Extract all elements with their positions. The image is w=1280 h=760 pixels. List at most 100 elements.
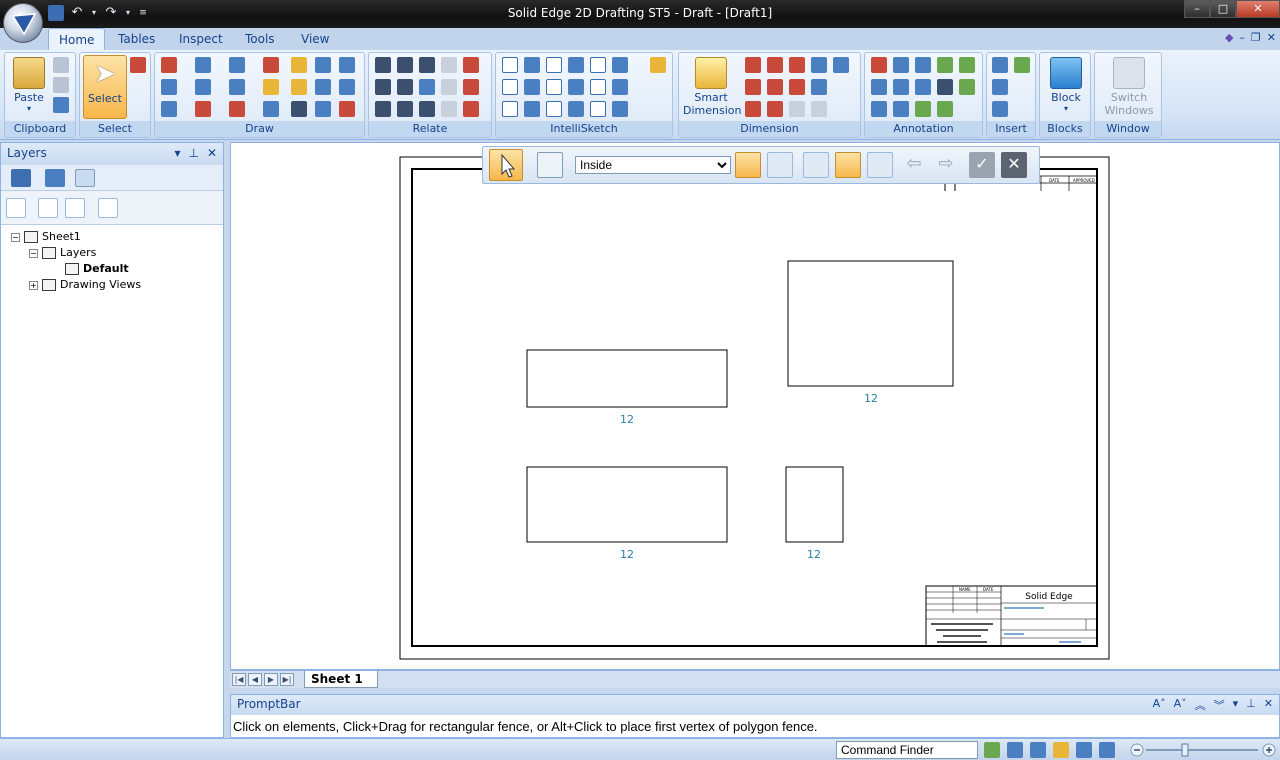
- zoom-area-icon[interactable]: [1007, 742, 1023, 758]
- leader-icon[interactable]: [871, 57, 887, 73]
- next-arrow-icon[interactable]: ⇨: [933, 152, 959, 178]
- is-intersection-check[interactable]: [546, 79, 562, 95]
- maintain-relationships-icon[interactable]: [441, 101, 457, 117]
- dimension-group-icon[interactable]: [811, 79, 827, 95]
- surface-texture-icon[interactable]: [871, 101, 887, 117]
- tab-view[interactable]: View: [291, 28, 339, 50]
- construction-icon[interactable]: [339, 57, 355, 73]
- horizontal-vertical-icon[interactable]: [375, 79, 391, 95]
- weld-symbol-icon[interactable]: [915, 101, 931, 117]
- fence-mode-select[interactable]: Inside: [575, 156, 731, 174]
- accept-checkmark-icon[interactable]: ✓: [969, 152, 995, 178]
- is-perpendicular-icon[interactable]: [612, 79, 628, 95]
- connect-icon[interactable]: [375, 57, 391, 73]
- minimize-button[interactable]: –: [1184, 0, 1210, 18]
- corner-icon[interactable]: [339, 79, 355, 95]
- select-all-layers-icon[interactable]: [767, 152, 793, 178]
- edge-condition-icon[interactable]: [893, 101, 909, 117]
- cut-icon[interactable]: [53, 57, 69, 73]
- angle-between-icon[interactable]: [767, 57, 783, 73]
- is-tangent-check[interactable]: [502, 101, 518, 117]
- copy-attributes-icon[interactable]: [767, 101, 783, 117]
- view-tools-icon[interactable]: [1099, 742, 1115, 758]
- expand-icon[interactable]: +: [29, 280, 38, 290]
- tree-node-default-layer[interactable]: Default: [65, 261, 129, 277]
- xy-icon[interactable]: [315, 101, 331, 117]
- relationship-handles-icon[interactable]: [463, 79, 479, 95]
- tab-tables[interactable]: Tables: [108, 28, 165, 50]
- increase-font-icon[interactable]: A˄: [1153, 697, 1166, 713]
- select-checkmark-tool-icon[interactable]: [803, 152, 829, 178]
- arc-icon[interactable]: [195, 57, 211, 73]
- offset-icon[interactable]: [195, 101, 211, 117]
- move-icon[interactable]: [263, 79, 279, 95]
- select-in-active-layer-icon[interactable]: [735, 152, 761, 178]
- point-icon[interactable]: [291, 101, 307, 117]
- switch-windows-button[interactable]: Switch Windows: [1099, 55, 1159, 117]
- select-tools-icon[interactable]: [130, 57, 146, 73]
- feature-control-frame-icon[interactable]: [915, 57, 931, 73]
- help-icon[interactable]: ◆: [1225, 31, 1233, 44]
- select-filter-icon[interactable]: [537, 152, 563, 178]
- datum-target-icon[interactable]: [915, 79, 931, 95]
- is-center-icon[interactable]: [568, 57, 584, 73]
- rigid-icon[interactable]: [441, 79, 457, 95]
- zoom-slider[interactable]: [1130, 743, 1276, 757]
- prompt-menu-icon[interactable]: ▾: [1233, 697, 1239, 713]
- callout-icon[interactable]: [871, 79, 887, 95]
- drawing-canvas[interactable]: DATE APPROVED 12 12 12 12 NAME DATE Soli…: [230, 142, 1280, 670]
- retrieve-dimensions-icon[interactable]: [811, 101, 827, 117]
- block-button[interactable]: Block ▾: [1044, 55, 1088, 113]
- collapse-icon[interactable]: −: [11, 232, 20, 242]
- dimension-style-icon[interactable]: [833, 57, 849, 73]
- polygon-fence-icon[interactable]: [867, 152, 893, 178]
- collapse-up-icon[interactable]: ︽: [1195, 697, 1206, 713]
- line-icon[interactable]: [161, 57, 177, 73]
- symmetric-diameter-icon[interactable]: [745, 79, 761, 95]
- library-tab-icon[interactable]: [11, 169, 31, 187]
- previous-arrow-icon[interactable]: ⇦: [901, 152, 927, 178]
- is-tangent-icon[interactable]: [524, 101, 540, 117]
- fillet-icon[interactable]: [195, 79, 211, 95]
- next-sheet-icon[interactable]: ▶: [264, 673, 278, 686]
- layers-tab-icon[interactable]: [75, 169, 95, 187]
- coordinate-dimension-icon[interactable]: [789, 57, 805, 73]
- doc-restore-button[interactable]: ❐: [1251, 31, 1261, 44]
- projection-line-icon[interactable]: [291, 57, 307, 73]
- application-button[interactable]: [3, 3, 43, 43]
- hide-layer-icon[interactable]: [65, 198, 85, 218]
- balloon-icon[interactable]: [893, 79, 909, 95]
- bolt-hole-circle-icon[interactable]: [959, 79, 975, 95]
- is-center-check[interactable]: [546, 57, 562, 73]
- maximize-button[interactable]: □: [1210, 0, 1236, 18]
- new-layer-icon[interactable]: [6, 198, 26, 218]
- select-mode-button[interactable]: [489, 149, 523, 181]
- copy-icon[interactable]: [53, 77, 69, 93]
- sheet-tab-active[interactable]: Sheet 1: [304, 671, 378, 688]
- symmetric-icon[interactable]: [463, 57, 479, 73]
- is-intersection-icon[interactable]: [568, 79, 584, 95]
- move-to-layer-icon[interactable]: [98, 198, 118, 218]
- is-midpoint-icon[interactable]: [524, 79, 540, 95]
- first-sheet-icon[interactable]: |◀: [232, 673, 246, 686]
- concentric-icon[interactable]: [419, 57, 435, 73]
- tree-node-drawing-views[interactable]: + Drawing Views: [29, 277, 141, 293]
- hyperlink-icon[interactable]: [992, 101, 1008, 117]
- smart-dimension-button[interactable]: Smart Dimension: [683, 55, 741, 117]
- auto-dimension-icon[interactable]: [789, 79, 805, 95]
- doc-close-button[interactable]: ✕: [1267, 31, 1276, 44]
- equal-icon[interactable]: [397, 79, 413, 95]
- rectangular-fence-icon[interactable]: [835, 152, 861, 178]
- cancel-x-icon[interactable]: ✕: [1001, 152, 1027, 178]
- views-tab-icon[interactable]: [45, 169, 65, 187]
- fill-icon[interactable]: [263, 57, 279, 73]
- pattern-icon[interactable]: [315, 79, 331, 95]
- text-annotation-icon[interactable]: [937, 79, 953, 95]
- format-painter-icon[interactable]: [53, 97, 69, 113]
- tab-home[interactable]: Home: [48, 28, 106, 50]
- grid-icon[interactable]: [339, 101, 355, 117]
- set-equal-icon[interactable]: [419, 101, 435, 117]
- panel-menu-icon[interactable]: ▾: [174, 146, 180, 160]
- show-layer-icon[interactable]: [38, 198, 58, 218]
- is-angle-icon[interactable]: [612, 101, 628, 117]
